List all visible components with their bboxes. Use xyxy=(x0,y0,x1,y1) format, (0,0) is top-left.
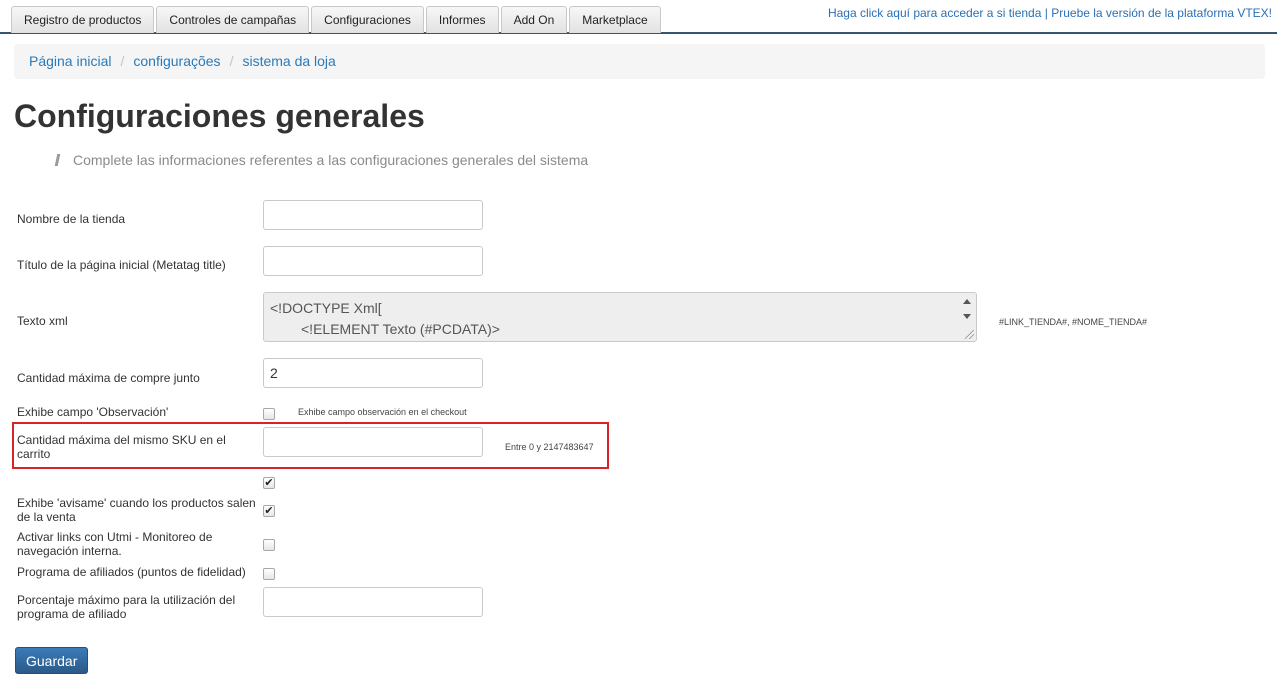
xml-text-area[interactable]: <!DOCTYPE Xml[ <!ELEMENT Texto (#PCDATA)… xyxy=(263,292,977,342)
resize-grip-icon[interactable] xyxy=(965,330,974,339)
extra-checkbox[interactable]: ✔ xyxy=(263,477,275,489)
page-subtitle-text: Complete las informaciones referentes a … xyxy=(73,152,589,168)
top-links: Haga click aquí para acceder a si tienda… xyxy=(828,6,1272,20)
affiliate-pct-input[interactable] xyxy=(263,587,483,617)
buy-together-input[interactable] xyxy=(263,358,483,388)
avisame-checkbox[interactable]: ✔ xyxy=(263,505,275,517)
xml-text-line-2: <!ELEMENT Texto (#PCDATA)> xyxy=(301,321,500,337)
affiliate-pct-label: Porcentaje máximo para la utilización de… xyxy=(17,593,236,621)
top-links-separator: | xyxy=(1044,6,1048,20)
max-sku-range-hint: Entre 0 y 2147483647 xyxy=(505,442,594,452)
home-title-input[interactable] xyxy=(263,246,483,276)
save-button[interactable]: Guardar xyxy=(15,647,89,674)
tab-registro-productos[interactable]: Registro de productos xyxy=(11,6,155,33)
store-access-link[interactable]: Haga click aquí para acceder a si tienda xyxy=(828,6,1041,20)
max-sku-label: Cantidad máxima del mismo SKU en el carr… xyxy=(17,433,226,461)
affiliates-checkbox[interactable] xyxy=(263,568,275,580)
buy-together-label: Cantidad máxima de compre junto xyxy=(17,371,200,385)
main-tabs: Registro de productos Controles de campa… xyxy=(11,6,663,33)
max-sku-input[interactable] xyxy=(263,427,483,457)
breadcrumb-home[interactable]: Página inicial xyxy=(29,53,112,69)
vtex-platform-link[interactable]: Pruebe la versión de la plataforma VTEX! xyxy=(1051,6,1272,20)
checkmark-icon: ✔ xyxy=(264,477,274,489)
observation-hint: Exhibe campo observación en el checkout xyxy=(298,407,467,417)
breadcrumb-separator: / xyxy=(120,53,125,69)
breadcrumb-sistema-loja[interactable]: sistema da loja xyxy=(242,53,335,69)
xml-text-line-1: <!DOCTYPE Xml[ xyxy=(270,300,382,316)
scroll-up-icon[interactable] xyxy=(963,299,971,304)
home-title-label: Título de la página inicial (Metatag tit… xyxy=(17,258,226,272)
tab-add-on[interactable]: Add On xyxy=(500,6,568,33)
breadcrumb-separator: / xyxy=(229,53,234,69)
tab-marketplace[interactable]: Marketplace xyxy=(569,6,661,33)
utmi-checkbox[interactable] xyxy=(263,539,275,551)
observation-label: Exhibe campo 'Observación' xyxy=(17,405,169,419)
tab-configuraciones[interactable]: Configuraciones xyxy=(311,6,424,33)
tab-informes[interactable]: Informes xyxy=(425,6,499,33)
observation-checkbox[interactable] xyxy=(263,408,275,420)
quote-bar-icon xyxy=(54,154,61,166)
breadcrumb: Página inicial / configurações / sistema da … xyxy=(14,44,1265,79)
avisame-label: Exhibe 'avisame' cuando los productos sa… xyxy=(17,496,256,524)
top-navigation: Registro de productos Controles de campa… xyxy=(0,0,1277,34)
utmi-label: Activar links con Utmi - Monitoreo de na… xyxy=(17,530,213,558)
tab-controles-campanas[interactable]: Controles de campañas xyxy=(156,6,310,33)
affiliates-label: Programa de afiliados (puntos de fidelid… xyxy=(17,565,246,579)
xml-text-label: Texto xml xyxy=(17,314,68,328)
page-subtitle: Complete las informaciones referentes a … xyxy=(54,152,589,168)
scroll-down-icon[interactable] xyxy=(963,314,971,319)
checkmark-icon: ✔ xyxy=(264,505,274,517)
xml-placeholder-hint: #LINK_TIENDA#, #NOME_TIENDA# xyxy=(999,317,1148,327)
store-name-input[interactable] xyxy=(263,200,483,230)
breadcrumb-configuracoes[interactable]: configurações xyxy=(133,53,220,69)
page-title: Configuraciones generales xyxy=(14,98,425,134)
store-name-label: Nombre de la tienda xyxy=(17,212,126,226)
